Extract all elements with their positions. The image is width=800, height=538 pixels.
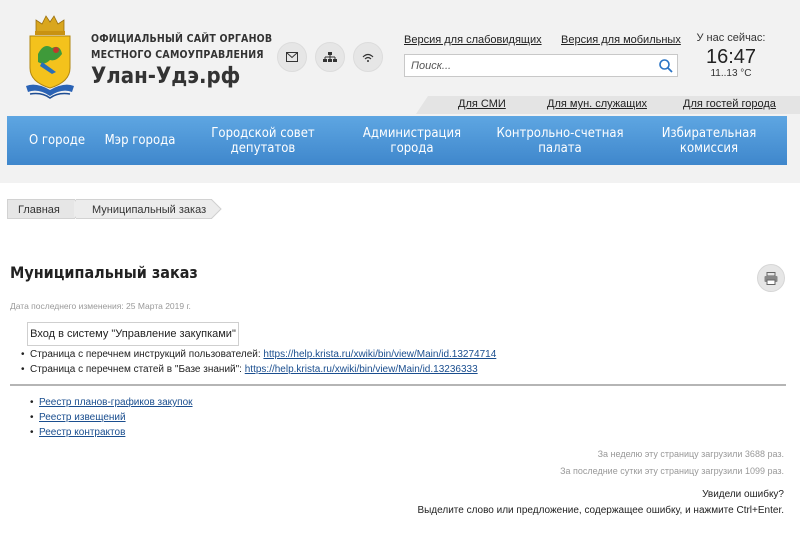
rss-button[interactable] bbox=[353, 42, 383, 72]
knowledge-base-link[interactable]: https://help.krista.ru/xwiki/bin/view/Ma… bbox=[245, 364, 478, 375]
search-input[interactable] bbox=[405, 55, 645, 76]
breadcrumb-current: Муниципальный заказ bbox=[76, 199, 212, 219]
main-navigation: О городе Мэр города Городской совет депу… bbox=[7, 116, 787, 165]
nav-item-administration[interactable]: Администрация города bbox=[353, 116, 471, 165]
daily-views-stat: За последние сутки эту страницу загрузил… bbox=[560, 466, 784, 476]
site-name-line2: МЕСТНОГО САМОУПРАВЛЕНИЯ bbox=[91, 49, 264, 61]
nav-item-audit-chamber[interactable]: Контрольно-счетная палата bbox=[495, 116, 625, 165]
print-button[interactable] bbox=[757, 264, 785, 292]
mobile-version-link[interactable]: Версия для мобильных bbox=[561, 34, 681, 46]
weekly-views-stat: За неделю эту страницу загрузили 3688 ра… bbox=[597, 449, 784, 459]
procurement-plans-registry-link[interactable]: Реестр планов-графиков закупок bbox=[30, 397, 193, 408]
page-title: Муниципальный заказ bbox=[10, 263, 198, 282]
mail-icon bbox=[286, 52, 298, 62]
error-report-hint: Выделите слово или предложение, содержащ… bbox=[417, 505, 784, 516]
nav-item-about-city[interactable]: О городе bbox=[19, 116, 95, 165]
procurement-login-button[interactable]: Вход в систему "Управление закупками" bbox=[27, 322, 239, 346]
low-vision-version-link[interactable]: Версия для слабовидящих bbox=[404, 34, 542, 46]
instructions-label: Страница с перечнем инструкций пользоват… bbox=[30, 349, 264, 360]
media-link[interactable]: Для СМИ bbox=[458, 98, 506, 110]
weather-time-widget: У нас сейчас: 16:47 11..13 °С bbox=[690, 32, 772, 79]
rss-icon bbox=[362, 53, 374, 62]
site-header: ОФИЦИАЛЬНЫЙ САЙТ ОРГАНОВ МЕСТНОГО САМОУП… bbox=[0, 0, 800, 183]
error-report-title: Увидели ошибку? bbox=[702, 489, 784, 500]
coat-of-arms-logo[interactable] bbox=[22, 14, 78, 100]
nav-item-mayor[interactable]: Мэр города bbox=[99, 116, 181, 165]
municipal-staff-link[interactable]: Для мун. служащих bbox=[547, 98, 647, 110]
sitemap-icon bbox=[323, 52, 337, 62]
contracts-registry-link[interactable]: Реестр контрактов bbox=[30, 427, 125, 438]
search-icon[interactable] bbox=[658, 58, 674, 74]
city-guests-link[interactable]: Для гостей города bbox=[683, 98, 776, 110]
list-item: Страница с перечнем инструкций пользоват… bbox=[21, 349, 496, 360]
divider bbox=[10, 384, 786, 386]
site-name-line1: ОФИЦИАЛЬНЫЙ САЙТ ОРГАНОВ bbox=[91, 33, 273, 45]
nav-item-city-council[interactable]: Городской совет депутатов bbox=[203, 116, 323, 165]
mail-button[interactable] bbox=[277, 42, 307, 72]
current-time: 16:47 bbox=[705, 46, 757, 68]
nav-item-election-commission[interactable]: Избирательная комиссия bbox=[653, 116, 765, 165]
breadcrumb-end-arrow bbox=[211, 199, 222, 219]
temperature: 11..13 °С bbox=[710, 68, 752, 79]
printer-icon bbox=[764, 271, 778, 285]
list-item: Страница с перечнем статей в "Базе знани… bbox=[21, 364, 478, 375]
site-domain-title: Улан-Удэ.рф bbox=[91, 64, 241, 89]
sitemap-button[interactable] bbox=[315, 42, 345, 72]
breadcrumb-home[interactable]: Главная bbox=[7, 199, 75, 219]
instructions-link[interactable]: https://help.krista.ru/xwiki/bin/view/Ma… bbox=[263, 349, 496, 360]
last-modified-date: Дата последнего изменения: 25 Марта 2019… bbox=[10, 301, 191, 311]
site-name-block[interactable]: ОФИЦИАЛЬНЫЙ САЙТ ОРГАНОВ МЕСТНОГО САМОУП… bbox=[91, 31, 272, 91]
now-label: У нас сейчас: bbox=[696, 32, 766, 44]
search-box bbox=[404, 54, 678, 77]
notices-registry-link[interactable]: Реестр извещений bbox=[30, 412, 126, 423]
knowledge-base-label: Страница с перечнем статей в "Базе знани… bbox=[30, 364, 245, 375]
